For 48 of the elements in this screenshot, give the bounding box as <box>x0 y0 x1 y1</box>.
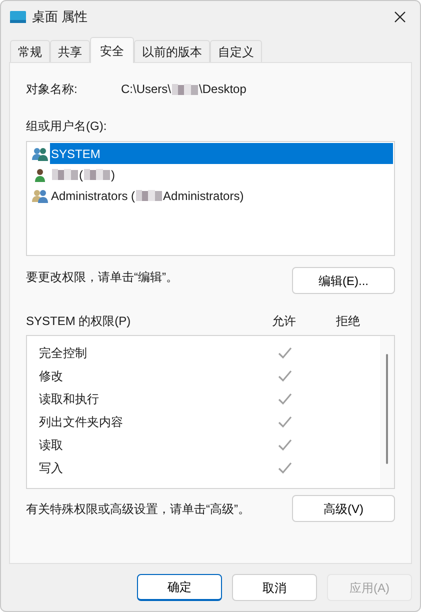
close-icon[interactable] <box>394 11 406 23</box>
check-icon <box>278 416 292 428</box>
item-text: ( <box>79 166 83 184</box>
window-title: 桌面 属性 <box>32 8 88 26</box>
permission-name: 修改 <box>39 368 64 384</box>
check-icon <box>278 392 292 404</box>
blurred-text-drawing <box>136 189 162 202</box>
check-icon <box>278 438 292 450</box>
column-header: 允许 <box>271 313 297 330</box>
dialog-button[interactable]: 取消 <box>232 574 317 601</box>
column-header: 拒绝 <box>335 313 361 330</box>
check-icon <box>278 370 292 382</box>
group-item[interactable]: ( ) <box>28 164 393 185</box>
scrollbar[interactable] <box>380 336 394 488</box>
permissions-label: SYSTEM 的权限(P) <box>26 313 132 330</box>
item-text: SYSTEM <box>51 146 100 162</box>
item-text: Administrators ( <box>51 188 136 204</box>
groups-label: 组或用户名(G): <box>26 118 108 135</box>
advanced-hint: 有关特殊权限或高级设置，请单击“高级”。 <box>26 501 251 518</box>
item-text: \Desktop <box>199 81 246 98</box>
users-icon <box>32 146 48 162</box>
permission-name: 写入 <box>39 460 64 476</box>
edit-hint: 要更改权限，请单击“编辑”。 <box>26 269 179 286</box>
group-item[interactable]: Administrators ( Administrators) <box>28 185 393 206</box>
blurred-text-drawing <box>172 82 198 96</box>
window-icon <box>10 11 26 23</box>
tab[interactable]: 常规 <box>10 40 50 63</box>
item-text: ) <box>111 166 115 184</box>
permission-name: 列出文件夹内容 <box>39 414 124 430</box>
users-icon <box>32 166 48 182</box>
permission-name: 完全控制 <box>39 344 88 362</box>
users-icon <box>32 188 48 204</box>
tab[interactable]: 安全 <box>90 37 134 63</box>
dialog-button[interactable]: 确定 <box>137 574 222 601</box>
permission-name: 读取 <box>39 436 64 454</box>
check-icon <box>278 346 292 358</box>
item-text: C:\Users\ <box>121 81 172 98</box>
blurred-text-drawing <box>52 168 78 181</box>
tab[interactable]: 自定义 <box>210 40 262 63</box>
permission-name: 读取和执行 <box>39 390 100 408</box>
item-text: Administrators) <box>163 188 244 204</box>
tab[interactable]: 共享 <box>50 40 90 63</box>
check-icon <box>278 462 292 474</box>
blurred-text-drawing <box>84 168 110 181</box>
tab[interactable]: 以前的版本 <box>134 40 210 63</box>
dialog-button[interactable]: 高级(V) <box>292 495 395 522</box>
dialog-button[interactable]: 编辑(E)... <box>292 267 395 294</box>
object-name-label: 对象名称: <box>26 81 78 98</box>
